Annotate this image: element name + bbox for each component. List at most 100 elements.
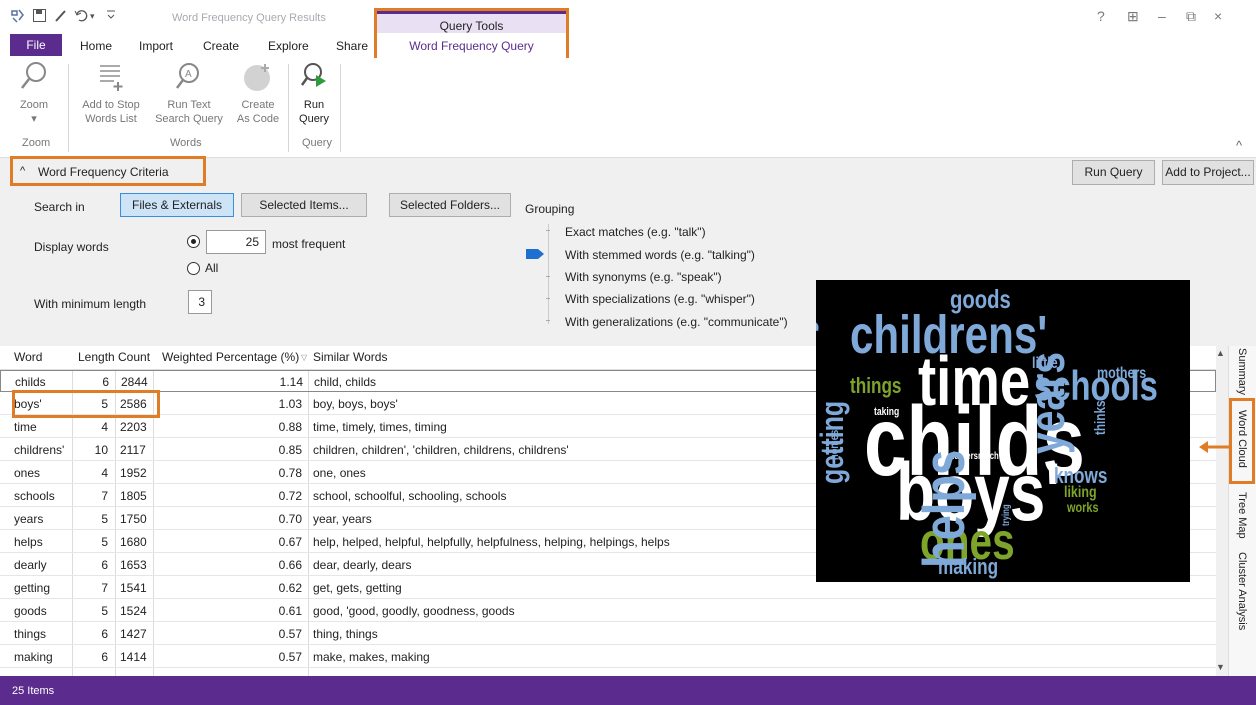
cell-length: 5 — [101, 604, 108, 618]
save-icon[interactable] — [32, 8, 47, 26]
zoom-button[interactable]: Zoom ▾ — [14, 60, 54, 126]
cell-weighted-percentage: 0.61 — [278, 604, 302, 618]
selected-folders-button[interactable]: Selected Folders... — [389, 193, 511, 217]
tab-explore[interactable]: Explore — [268, 39, 309, 53]
cell-count: 2203 — [120, 420, 147, 434]
table-row[interactable]: things 6 1427 0.57 thing, things — [0, 623, 1216, 645]
run-query-icon — [300, 63, 326, 87]
tab-create[interactable]: Create — [203, 39, 239, 53]
grouping-slider-handle[interactable] — [526, 248, 544, 263]
cell-word: time — [14, 420, 37, 434]
undo-icon[interactable]: ▾ — [74, 8, 98, 26]
restore-ribbon-button[interactable]: ⊞ — [1127, 8, 1139, 25]
run-query-line2: Query — [299, 113, 329, 125]
col-word[interactable]: Word — [14, 350, 42, 364]
customize-toolbar-icon[interactable] — [106, 8, 116, 23]
col-length[interactable]: Length — [78, 350, 115, 364]
tab-cluster-analysis[interactable]: Cluster Analysis — [1236, 552, 1248, 630]
text-search-icon: A — [176, 63, 199, 89]
grouping-option-generalizations[interactable]: With generalizations (e.g. "communicate"… — [565, 315, 788, 329]
add-stop-line2: Words List — [85, 113, 137, 125]
close-button[interactable]: × — [1214, 8, 1222, 24]
tab-tree-map[interactable]: Tree Map — [1236, 492, 1248, 539]
cell-weighted-percentage: 0.66 — [278, 558, 302, 572]
col-weighted-percentage[interactable]: Weighted Percentage (%) — [162, 350, 299, 364]
cell-similar-words: boy, boys, boys' — [313, 397, 398, 411]
svg-text:A: A — [185, 69, 192, 80]
add-stop-line1: Add to Stop — [82, 99, 140, 111]
divider — [340, 64, 341, 152]
collapse-ribbon-icon[interactable]: ^ — [1236, 138, 1242, 153]
col-similar-words[interactable]: Similar Words — [313, 350, 387, 364]
grouping-option-specializations[interactable]: With specializations (e.g. "whisper") — [565, 292, 755, 306]
radio-all[interactable] — [187, 262, 200, 275]
cell-weighted-percentage: 1.03 — [278, 397, 302, 411]
scroll-down-icon[interactable]: ▼ — [1216, 662, 1225, 672]
cell-similar-words: dear, dearly, dears — [313, 558, 412, 572]
tab-share[interactable]: Share — [336, 39, 368, 53]
create-code-icon — [244, 64, 270, 91]
chevron-up-icon[interactable]: ^ — [20, 165, 25, 177]
edit-icon[interactable] — [54, 8, 68, 26]
cell-count: 1541 — [120, 581, 147, 595]
cell-word: things — [14, 627, 47, 641]
table-row[interactable]: making 6 1414 0.57 make, makes, making — [0, 646, 1216, 668]
search-in-label: Search in — [34, 200, 85, 214]
run-query-button[interactable]: Run Query — [1072, 160, 1155, 185]
run-query-ribbon-button[interactable]: Run Query — [292, 60, 336, 126]
slider-tick — [546, 230, 550, 231]
cloud-word: years — [1019, 352, 1075, 454]
help-button[interactable]: ? — [1097, 8, 1105, 24]
grouping-label: Grouping — [525, 202, 575, 216]
divider — [68, 64, 69, 152]
window-title: Word Frequency Query Results — [172, 12, 326, 24]
scroll-up-icon[interactable]: ▲ — [1216, 348, 1225, 358]
add-to-stop-words-button[interactable]: Add to Stop Words List — [74, 60, 148, 126]
table-scrollbar[interactable] — [1216, 346, 1228, 676]
sort-icon[interactable]: ▽ — [301, 353, 307, 362]
divider — [288, 64, 289, 152]
grouping-option-exact[interactable]: Exact matches (e.g. "talk") — [565, 225, 706, 239]
run-text-search-button[interactable]: A Run Text Search Query — [152, 60, 226, 126]
cell-word: dearly — [14, 558, 47, 572]
criteria-header[interactable]: Word Frequency Criteria — [38, 165, 169, 179]
add-to-project-button[interactable]: Add to Project... — [1162, 160, 1254, 185]
word-cloud-image: goods childrens' little mothers things time sc… — [816, 280, 1190, 582]
create-as-code-button[interactable]: Create As Code — [232, 60, 284, 126]
run-query-line1: Run — [303, 99, 325, 111]
cell-length: 6 — [101, 558, 108, 572]
cell-length: 5 — [101, 535, 108, 549]
display-count-field[interactable]: 25 — [206, 230, 266, 254]
slider-tick — [546, 298, 550, 299]
status-bar: 25 Items — [0, 676, 1256, 705]
minimize-button[interactable]: – — [1158, 8, 1166, 24]
chevron-down-icon: ▾ — [31, 113, 37, 125]
grouping-option-stemmed[interactable]: With stemmed words (e.g. "talking") — [565, 248, 755, 262]
files-externals-button[interactable]: Files & Externals — [120, 193, 234, 217]
tab-home[interactable]: Home — [80, 39, 112, 53]
selected-items-button[interactable]: Selected Items... — [241, 193, 367, 217]
radio-most-frequent[interactable] — [187, 235, 200, 248]
table-row[interactable]: goods 5 1524 0.61 good, 'good, goodly, goodn… — [0, 600, 1216, 622]
tab-summary[interactable]: Summary — [1236, 348, 1248, 395]
grouping-option-synonyms[interactable]: With synonyms (e.g. "speak") — [565, 270, 722, 284]
cell-weighted-percentage: 0.57 — [278, 650, 302, 664]
cell-count: 1524 — [120, 604, 147, 618]
tab-file[interactable]: File — [10, 34, 62, 56]
slider-tick — [546, 320, 550, 321]
cell-count: 1653 — [120, 558, 147, 572]
min-length-field[interactable]: 3 — [188, 290, 212, 314]
zoom-label: Zoom — [19, 99, 49, 111]
tab-import[interactable]: Import — [139, 39, 173, 53]
cell-weighted-percentage: 0.78 — [278, 466, 302, 480]
cell-similar-words: get, gets, getting — [313, 581, 402, 595]
cell-weighted-percentage: 0.88 — [278, 420, 302, 434]
cell-length: 6 — [102, 375, 109, 389]
cell-count: 2844 — [121, 375, 148, 389]
col-count[interactable]: Count — [118, 350, 150, 364]
cell-similar-words: good, 'good, goodly, goodness, goods — [313, 604, 515, 618]
maximize-button[interactable]: ⧉ — [1186, 8, 1196, 25]
cell-weighted-percentage: 0.57 — [278, 627, 302, 641]
cell-word: schools — [14, 489, 55, 503]
cell-similar-words: one, ones — [313, 466, 366, 480]
